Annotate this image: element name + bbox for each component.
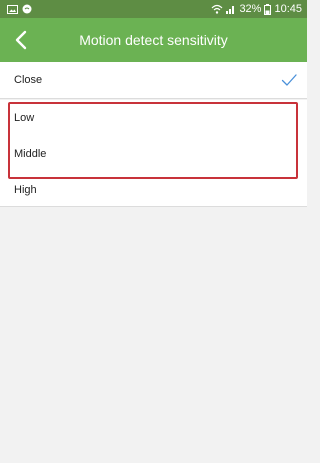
status-bar-left [7,3,32,15]
status-bar: 32% 10:45 [0,0,307,18]
image-icon [7,4,18,14]
status-bar-right: 32% 10:45 [211,2,302,16]
battery-icon [264,3,272,15]
chat-icon [22,4,32,14]
option-label: Middle [14,148,47,160]
wifi-icon [211,4,223,14]
signal-icon [226,4,236,14]
page-title: Motion detect sensitivity [79,32,228,48]
option-low[interactable]: Low [0,100,307,137]
title-bar: Motion detect sensitivity [0,18,307,62]
checkmark-icon [281,72,297,88]
battery-percent: 32% [239,3,262,15]
option-middle[interactable]: Middle [0,136,307,173]
option-label: Low [14,112,35,124]
option-label: High [14,184,37,196]
option-close[interactable]: Close [0,62,307,99]
status-time: 10:45 [274,3,302,15]
back-button[interactable] [4,22,38,58]
option-high[interactable]: High [0,172,307,207]
chevron-left-icon [14,30,28,50]
option-label: Close [14,74,43,86]
